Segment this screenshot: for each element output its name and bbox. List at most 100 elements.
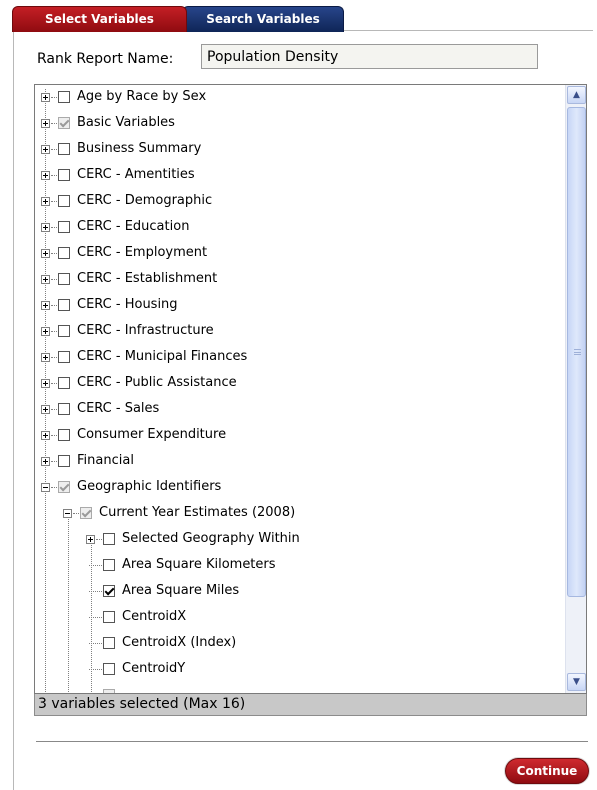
node-checkbox[interactable] [58, 481, 70, 493]
expand-plus-icon[interactable] [41, 170, 50, 180]
tree-connector [51, 252, 57, 254]
tree-node[interactable]: CERC - Housing [41, 296, 178, 314]
tree-node[interactable]: Financial [41, 452, 134, 470]
tree-node[interactable]: CERC - Amentities [41, 166, 195, 184]
node-checkbox[interactable] [58, 377, 70, 389]
tree-node[interactable]: Geographic Identifiers [41, 478, 221, 496]
node-label: Selected Geography Within [122, 531, 300, 546]
tree-connector [51, 304, 57, 306]
expand-plus-icon[interactable] [41, 300, 50, 310]
collapse-minus-icon[interactable] [41, 482, 50, 492]
tree-node[interactable]: Basic Variables [41, 114, 175, 132]
report-name-input[interactable] [201, 44, 538, 69]
node-label: CERC - Public Assistance [77, 375, 237, 390]
tree-connector [96, 538, 102, 540]
tree-node[interactable]: CERC - Public Assistance [41, 374, 237, 392]
continue-button[interactable]: Continue [505, 758, 589, 784]
expand-plus-icon[interactable] [41, 222, 50, 232]
tree-connector [51, 356, 57, 358]
grip-icon [574, 349, 581, 355]
expand-plus-icon[interactable] [41, 144, 50, 154]
node-checkbox[interactable] [103, 637, 115, 649]
tree-scrollbar[interactable]: ▲ ▼ [565, 85, 586, 693]
node-checkbox[interactable] [58, 221, 70, 233]
node-label: Consumer Expenditure [77, 427, 227, 442]
expand-plus-icon[interactable] [41, 196, 50, 206]
node-label: Current Year Estimates (2008) [99, 505, 296, 520]
node-label: Geographic Identifiers [77, 479, 222, 494]
tree-node[interactable]: Age by Race by Sex [41, 88, 206, 106]
tree-connector [51, 330, 57, 332]
node-checkbox[interactable] [58, 273, 70, 285]
tab-bar: Select Variables Search Variables [12, 6, 344, 32]
node-checkbox[interactable] [58, 299, 70, 311]
expand-plus-icon[interactable] [41, 352, 50, 362]
expand-plus-icon[interactable] [41, 118, 50, 128]
tree-node[interactable]: Area Square Miles [86, 582, 239, 600]
tree-node[interactable]: CentroidX (Index) [86, 634, 236, 652]
tree-connector [89, 590, 102, 592]
node-checkbox[interactable] [58, 195, 70, 207]
scroll-up-icon[interactable]: ▲ [567, 86, 586, 104]
node-checkbox[interactable] [103, 533, 115, 545]
tree-connector [89, 616, 102, 618]
tree-connector [51, 460, 57, 462]
node-checkbox[interactable] [58, 455, 70, 467]
node-checkbox[interactable] [103, 611, 115, 623]
tree-node[interactable]: CERC - Demographic [41, 192, 212, 210]
tree-node[interactable]: CERC - Establishment [41, 270, 217, 288]
tree-node[interactable]: Consumer Expenditure [41, 426, 226, 444]
node-label: CentroidY [122, 661, 186, 676]
node-label: CentroidX (Index) [122, 635, 237, 650]
tree-connector [51, 226, 57, 228]
node-checkbox[interactable] [58, 429, 70, 441]
expand-plus-icon[interactable] [41, 248, 50, 258]
expand-plus-icon[interactable] [41, 92, 50, 102]
tree-connector [89, 668, 102, 670]
tree-node[interactable]: Area Square Kilometers [86, 556, 276, 574]
tree-connector [51, 174, 57, 176]
tree-connector [51, 148, 57, 150]
node-checkbox[interactable] [103, 663, 115, 675]
tree-connector [51, 408, 57, 410]
scroll-thumb[interactable] [567, 107, 586, 597]
tree-connector [89, 642, 102, 644]
tree-node[interactable]: Selected Geography Within [86, 530, 300, 548]
node-checkbox[interactable] [58, 91, 70, 103]
tree-node[interactable]: CERC - Employment [41, 244, 207, 262]
node-checkbox[interactable] [58, 117, 70, 129]
tree-node[interactable]: CERC - Education [41, 218, 189, 236]
scroll-down-icon[interactable]: ▼ [567, 673, 586, 691]
node-label: CERC - Demographic [77, 193, 213, 208]
node-checkbox[interactable] [58, 403, 70, 415]
node-label: CERC - Housing [77, 297, 178, 312]
tree-node[interactable]: Current Year Estimates (2008) [63, 504, 295, 522]
node-checkbox[interactable] [103, 585, 115, 597]
node-checkbox[interactable] [58, 247, 70, 259]
tree-content: Age by Race by Sex Basic Variables Busines… [35, 85, 565, 693]
node-checkbox[interactable] [103, 559, 115, 571]
collapse-minus-icon[interactable] [63, 508, 72, 518]
tree-node[interactable]: CERC - Municipal Finances [41, 348, 247, 366]
expand-plus-icon[interactable] [41, 326, 50, 336]
tab-select-variables[interactable]: Select Variables [12, 6, 187, 32]
node-label: Financial [77, 453, 134, 468]
tab-search-variables[interactable]: Search Variables [182, 6, 344, 32]
node-checkbox[interactable] [58, 143, 70, 155]
expand-plus-icon[interactable] [86, 534, 95, 544]
expand-plus-icon[interactable] [41, 430, 50, 440]
node-checkbox[interactable] [58, 325, 70, 337]
expand-plus-icon[interactable] [41, 404, 50, 414]
tree-node[interactable]: CentroidX [86, 608, 186, 626]
tree-node[interactable]: CERC - Sales [41, 400, 159, 418]
node-checkbox[interactable] [58, 351, 70, 363]
expand-plus-icon[interactable] [41, 378, 50, 388]
node-checkbox[interactable] [80, 507, 92, 519]
tree-node[interactable]: Business Summary [41, 140, 201, 158]
expand-plus-icon[interactable] [41, 456, 50, 466]
tree-node[interactable]: CentroidY [86, 660, 185, 678]
report-name-label: Rank Report Name: [37, 51, 174, 67]
expand-plus-icon[interactable] [41, 274, 50, 284]
node-checkbox[interactable] [58, 169, 70, 181]
tree-node[interactable]: CERC - Infrastructure [41, 322, 214, 340]
